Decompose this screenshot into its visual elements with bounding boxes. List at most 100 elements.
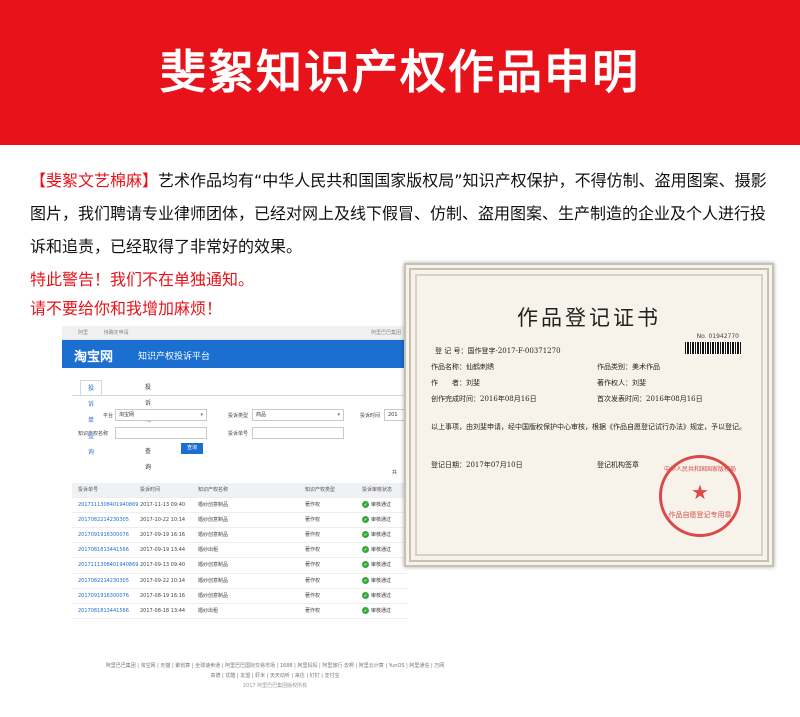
table-row: 2017081813441566 2017-09-19 13:44 婚纱出租 著作权 审… <box>72 543 407 559</box>
title-banner: 斐絮知识产权作品申明 <box>0 0 800 145</box>
top-bar-right[interactable]: 阿里巴巴集团 <box>371 326 401 340</box>
taobao-top-bar: 阿里 待确定申请 阿里巴巴集团 <box>62 326 407 340</box>
complaint-id-link[interactable]: 2017081813441566 <box>78 604 129 618</box>
registration-date: 登记日期：2017年07月10日 <box>431 461 523 469</box>
footer-links-1[interactable]: 阿里巴巴集团 | 淘宝网 | 天猫 | 聚划算 | 全球速卖通 | 阿里巴巴国际… <box>70 662 480 669</box>
cell-time: 2017-09-13 09:40 <box>140 562 186 569</box>
cell-type: 著作权 <box>305 532 321 539</box>
publish-date: 首次发表时间：2016年08月16日 <box>597 395 703 403</box>
status-approved: 审核通过 <box>362 558 391 572</box>
intro-paragraph: 【斐絮文艺棉麻】艺术作品均有“中华人民共和国国家版权局”知识产权保护，不得仿制、… <box>30 164 780 263</box>
work-author: 作 者：刘斐 <box>431 379 480 387</box>
cell-time: 2017-09-19 16:16 <box>140 532 186 539</box>
complaint-id-link[interactable]: 2017081813441566 <box>78 543 129 557</box>
status-approved: 审核通过 <box>362 498 391 512</box>
col-header: 投诉单号 <box>78 487 99 493</box>
banner-title: 斐絮知识产权作品申明 <box>160 45 640 99</box>
status-approved: 审核通过 <box>362 604 391 618</box>
table-row: 2017111308401940869 2017-11-13 09:40 婚纱创意制… <box>72 498 407 514</box>
complaint-id-link[interactable]: 2017082214230305 <box>78 513 129 527</box>
complaint-id-link[interactable]: 2017111308401940869 <box>78 558 138 572</box>
status-approved: 审核通过 <box>362 543 391 557</box>
complaint-table: 投诉单号 投诉时间 知识产权名称 知识产权类型 投诉审核状态 201711130… <box>72 483 407 619</box>
cell-time: 2017-11-13 09:40 <box>140 502 186 509</box>
work-category: 作品类别：美术作品 <box>597 363 660 371</box>
complaint-id-link[interactable]: 2017111308401940869 <box>78 498 138 512</box>
footer-copyright: 2017 阿里巴巴集团版权所有 <box>242 683 308 689</box>
taobao-logo[interactable]: 淘宝网 <box>74 346 113 365</box>
platform-title: 知识产权投诉平台 <box>138 352 211 362</box>
cell-name: 婚纱创意制品 <box>198 502 229 509</box>
table-row: 2017091916300076 2017-09-19 16:16 婚纱创意制品 著作… <box>72 528 407 544</box>
complaint-id-link[interactable]: 2017091916300076 <box>78 528 129 542</box>
taobao-screenshot: 阿里 待确定申请 阿里巴巴集团 淘宝网 知识产权投诉平台 投诉单查询 投诉链接查… <box>62 326 407 631</box>
table-row: 2017082214230305 2017-10-22 10:14 婚纱创意制品 著作… <box>72 513 407 529</box>
platform-select[interactable]: 淘宝网 ▾ <box>115 409 207 421</box>
col-header: 知识产权类型 <box>305 487 336 493</box>
table-header: 投诉单号 投诉时间 知识产权名称 知识产权类型 投诉审核状态 <box>72 483 407 499</box>
col-header: 投诉时间 <box>140 487 161 493</box>
ip-name-label: 知识产权名称 <box>78 431 109 437</box>
cell-name: 婚纱创意制品 <box>198 592 229 599</box>
table-row: 2017091916300076 2017-08-19 16:16 婚纱创意制品 著作… <box>72 589 407 604</box>
cell-type: 著作权 <box>305 547 321 554</box>
chevron-down-icon: ▾ <box>337 412 340 418</box>
complaint-id-link[interactable]: 2017082214230305 <box>78 574 129 588</box>
ip-name-input[interactable] <box>115 427 207 439</box>
warning-line-2: 请不要给你和我增加麻烦！ <box>30 299 223 318</box>
status-approved: 审核通过 <box>362 528 391 542</box>
cell-name: 婚纱出租 <box>198 607 219 614</box>
registration-certificate: 作品登记证书 No. 01942770 登 记 号：国作登字-2017-F-00… <box>404 263 774 567</box>
status-approved: 审核通过 <box>362 589 391 603</box>
chevron-down-icon: ▾ <box>200 412 203 418</box>
top-bar-mid[interactable]: 待确定申请 <box>104 330 129 336</box>
complaint-id-link[interactable]: 2017091916300076 <box>78 589 129 603</box>
registration-agency: 登记机构签章 <box>597 461 639 469</box>
certificate-title: 作品登记证书 <box>517 306 661 330</box>
cell-type: 著作权 <box>305 607 321 614</box>
col-header: 知识产权名称 <box>198 487 229 493</box>
search-button[interactable]: 查询 <box>181 443 203 454</box>
cell-name: 婚纱创意制品 <box>198 577 229 584</box>
table-row: 2017082214230305 2017-09-22 10:14 婚纱创意制品 著作… <box>72 574 407 589</box>
cell-name: 婚纱出租 <box>198 547 219 554</box>
footer-links-2[interactable]: 高德 | 优酷 | 友盟 | 虾米 | 天天动听 | 来往 | 钉钉 | 支付宝 <box>70 672 480 679</box>
brand-name: 【斐絮文艺棉麻】 <box>30 171 159 190</box>
col-header: 投诉审核状态 <box>362 487 393 493</box>
type-select[interactable]: 商品 ▾ <box>252 409 344 421</box>
copyright-owner: 著作权人：刘斐 <box>597 379 646 387</box>
tab-complaint-query[interactable]: 投诉单查询 <box>80 380 103 456</box>
cell-time: 2017-09-22 10:14 <box>140 577 186 584</box>
certificate-number: No. 01942770 <box>696 333 739 340</box>
cell-time: 2017-10-22 10:14 <box>140 517 186 524</box>
cell-type: 著作权 <box>305 502 321 509</box>
seal-text-top: 中华人民共和国国家版权局 <box>663 466 736 473</box>
creation-date: 创作完成时间：2016年08月16日 <box>431 395 537 403</box>
cell-name: 婚纱创意制品 <box>198 517 229 524</box>
barcode-icon <box>685 342 741 354</box>
registration-number: 登 记 号：国作登字-2017-F-00371270 <box>435 347 561 355</box>
complaint-no-input[interactable] <box>252 427 344 439</box>
cell-type: 著作权 <box>305 592 321 599</box>
taobao-header: 淘宝网 知识产权投诉平台 <box>62 340 407 368</box>
status-approved: 审核通过 <box>362 513 391 527</box>
table-row: 2017111308401940869 2017-09-13 09:40 婚纱创意制… <box>72 558 407 574</box>
cell-name: 婚纱创意制品 <box>198 562 229 569</box>
certificate-body: 以上事项，由刘斐申请，经中国版权保护中心审核，根据《作品自愿登记试行办法》规定，… <box>431 423 746 431</box>
time-label: 投诉时间 <box>360 413 381 419</box>
cell-type: 著作权 <box>305 517 321 524</box>
tab-divider <box>72 395 407 396</box>
status-approved: 审核通过 <box>362 574 391 588</box>
table-hint: 共 <box>392 470 398 476</box>
cell-name: 婚纱创意制品 <box>198 532 229 539</box>
cell-time: 2017-09-19 13:44 <box>140 547 186 554</box>
official-seal: 中华人民共和国国家版权局 ★ 作品自愿登记专用章 <box>659 455 741 537</box>
table-row: 2017081813441566 2017-08-18 13:44 婚纱出租 著作权 审… <box>72 604 407 619</box>
complaint-no-label: 投诉单号 <box>228 431 249 437</box>
tab-link-query[interactable]: 投诉链接查询 <box>138 380 158 471</box>
cell-time: 2017-08-18 13:44 <box>140 607 186 614</box>
work-name: 作品名称：仙鹤刺绣 <box>431 363 494 371</box>
type-label: 投诉类型 <box>228 413 249 419</box>
top-bar-left[interactable]: 阿里 <box>78 330 88 336</box>
cell-type: 著作权 <box>305 562 321 569</box>
